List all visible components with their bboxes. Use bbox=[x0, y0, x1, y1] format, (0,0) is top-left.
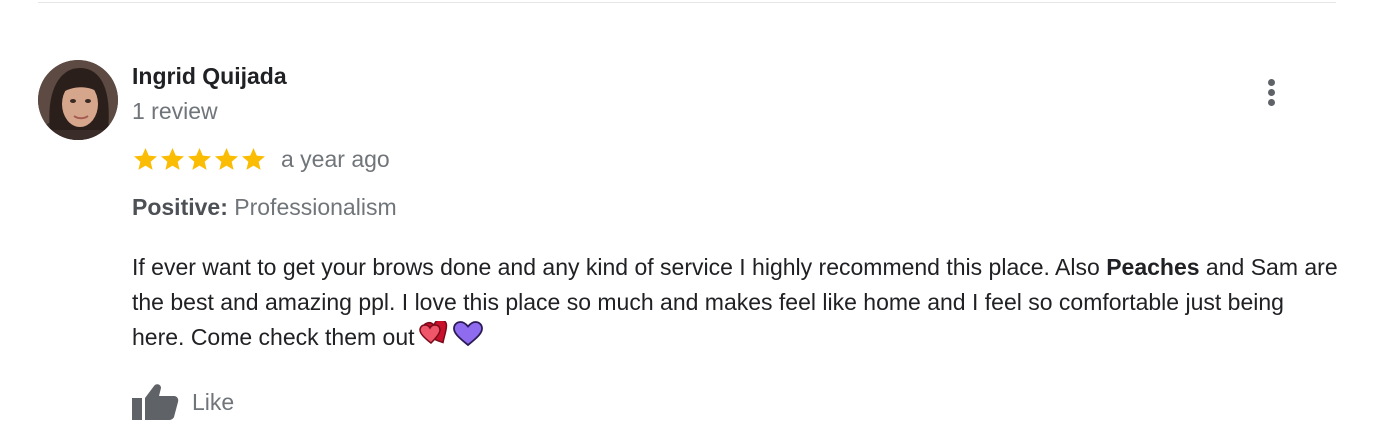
star-icon bbox=[242, 147, 265, 170]
like-label: Like bbox=[192, 389, 235, 415]
positive-attribute: Positive: Professionalism bbox=[132, 193, 397, 221]
thumbs-up-icon bbox=[132, 384, 179, 420]
more-options-dot bbox=[1268, 89, 1275, 96]
star-icon bbox=[134, 147, 157, 170]
review-time: a year ago bbox=[281, 146, 390, 172]
star-icon bbox=[161, 147, 184, 170]
review-card: Ingrid Quijada 1 review a year ago Posit… bbox=[0, 0, 1374, 444]
star-rating bbox=[132, 143, 267, 175]
rating-row: a year ago bbox=[132, 143, 390, 175]
like-button[interactable]: Like bbox=[130, 382, 234, 422]
author-name[interactable]: Ingrid Quijada bbox=[132, 62, 287, 90]
review-text-part1: If ever want to get your brows done and … bbox=[132, 254, 1107, 280]
positive-value: Professionalism bbox=[234, 194, 397, 220]
positive-label: Positive: bbox=[132, 194, 228, 220]
star-icon bbox=[215, 147, 238, 170]
purple-heart-icon bbox=[452, 321, 483, 357]
two-hearts-icon bbox=[418, 318, 449, 357]
avatar-image bbox=[38, 60, 118, 140]
more-options-dot bbox=[1268, 99, 1275, 106]
review-count[interactable]: 1 review bbox=[132, 97, 218, 125]
more-options-button[interactable] bbox=[1255, 74, 1289, 112]
star-icon bbox=[188, 147, 211, 170]
review-text: If ever want to get your brows done and … bbox=[132, 250, 1342, 357]
more-options-dot bbox=[1268, 79, 1275, 86]
avatar[interactable] bbox=[38, 60, 118, 140]
review-text-bold: Peaches bbox=[1106, 254, 1200, 280]
